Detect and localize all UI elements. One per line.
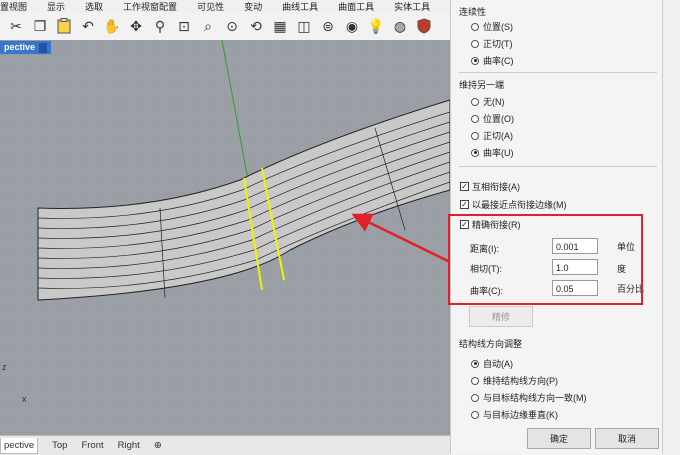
tangent-input[interactable]: 1.0 [552,259,598,275]
radio-label: 正切(A) [483,131,513,141]
zoom-selected-icon[interactable]: ⊙ [222,15,242,37]
layers-icon[interactable]: ⊜ [318,15,338,37]
maintain-other-end-title: 维持另一端 [459,80,505,90]
curvature-unit: 百分比 [617,284,645,294]
viewport-title-label: pective [4,42,36,52]
add-tab-icon[interactable]: ⊕ [154,440,162,451]
ok-button[interactable]: 确定 [527,428,591,449]
isocurve-preserve-radio[interactable]: 维持结构线方向(P) [471,374,558,387]
continuity-title: 连续性 [459,7,487,17]
checkbox-label: 互相衔接(A) [472,182,520,192]
radio-label: 曲率(C) [483,56,514,66]
axis-icon: x [22,394,27,404]
menu-item[interactable]: 曲线工具 [282,0,318,13]
maintain-curvature-radio[interactable]: 曲率(U) [471,146,514,159]
isocurve-perpendicular-radio[interactable]: 与目标边缘垂直(K) [471,408,558,421]
pan-hand-icon[interactable]: ✋ [102,15,122,37]
named-view-icon[interactable]: ▦ [270,15,290,37]
zoom-icon[interactable]: ⚲ [150,15,170,37]
radio-label: 与目标结构线方向一致(M) [483,393,587,403]
refine-button[interactable]: 精修 [469,306,533,327]
maintain-none-radio[interactable]: 无(N) [471,95,505,108]
mutual-match-checkbox[interactable]: ✓ 互相衔接(A) [460,180,520,193]
checkbox-label: 以最接近点衔接边缘(M) [472,200,567,210]
properties-icon[interactable]: ◉ [342,15,362,37]
rotate-move-icon[interactable]: ✥ [126,15,146,37]
side-panel-strip [662,0,680,454]
precise-match-checkbox[interactable]: ✓ 精确衔接(R) [460,218,521,231]
maintain-position-radio[interactable]: 位置(O) [471,112,514,125]
menubar: 置视图 显示 选取 工作视窗配置 可见性 变动 曲线工具 曲面工具 实体工具 细… [0,0,455,13]
divider [459,72,657,73]
bulb-icon[interactable]: 💡 [366,15,386,37]
radio-label: 无(N) [483,97,505,107]
menu-item[interactable]: 显示 [47,0,65,13]
tab-right[interactable]: Right [118,440,140,451]
radio-label: 位置(O) [483,114,514,124]
toolbar: ✂ ❐ ↶ ✋ ✥ ⚲ ⊡ ⌕ ⊙ ⟲ ▦ ◫ ⊜ ◉ 💡 ◍ [0,13,455,41]
menu-item[interactable]: 变动 [244,0,262,13]
continuity-curvature-radio[interactable]: 曲率(C) [471,54,514,67]
menu-item[interactable]: 选取 [85,0,103,13]
paste-icon[interactable] [54,15,74,37]
copy-icon[interactable]: ❐ [30,15,50,37]
viewport-canvas[interactable]: z x [0,40,450,435]
divider [459,166,657,167]
radio-label: 与目标边缘垂直(K) [483,410,558,420]
viewport-title[interactable]: pective [0,41,52,54]
menu-item[interactable]: 可见性 [197,0,224,13]
isocurve-title: 结构线方向调整 [459,339,523,349]
menu-item[interactable]: 曲面工具 [338,0,374,13]
perspective-viewport[interactable]: z x pective [0,40,450,435]
shield-icon[interactable] [414,15,434,37]
rotate-view-icon[interactable]: ⟲ [246,15,266,37]
radio-label: 维持结构线方向(P) [483,376,558,386]
distance-unit: 单位 [617,242,636,252]
radio-label: 自动(A) [483,359,513,369]
curvature-input[interactable]: 0.05 [552,280,598,296]
radio-label: 正切(T) [483,39,513,49]
match-closest-checkbox[interactable]: ✓ 以最接近点衔接边缘(M) [460,198,567,211]
tab-top[interactable]: Top [52,440,67,451]
tab-perspective[interactable]: pective [0,437,39,454]
continuity-tangency-radio[interactable]: 正切(T) [471,37,513,50]
radio-label: 位置(S) [483,22,513,32]
distance-input[interactable]: 0.001 [552,238,598,254]
camera-icon[interactable]: ◫ [294,15,314,37]
tangent-unit: 度 [617,264,627,274]
undo-icon[interactable]: ↶ [78,15,98,37]
zoom-window-icon[interactable]: ⊡ [174,15,194,37]
isocurve-auto-radio[interactable]: 自动(A) [471,357,513,370]
zoom-extents-icon[interactable]: ⌕ [198,15,218,37]
tangent-label: 相切(T): [470,264,502,274]
continuity-position-radio[interactable]: 位置(S) [471,20,513,33]
checkbox-label: 精确衔接(R) [472,220,521,230]
chevron-down-icon[interactable] [39,42,48,53]
tab-front[interactable]: Front [81,440,103,451]
menu-item[interactable]: 工作视窗配置 [123,0,177,13]
maintain-tangency-radio[interactable]: 正切(A) [471,129,513,142]
curvature-label: 曲率(C): [470,286,503,296]
render-icon[interactable]: ◍ [390,15,410,37]
radio-label: 曲率(U) [483,148,514,158]
isocurve-match-target-radio[interactable]: 与目标结构线方向一致(M) [471,391,587,404]
axis-icon: z [2,362,7,372]
menu-item[interactable]: 实体工具 [394,0,430,13]
cut-icon[interactable]: ✂ [6,15,26,37]
distance-label: 距离(I): [470,244,499,254]
menu-item[interactable]: 置视图 [0,0,27,13]
view-tabs: pective Top Front Right ⊕ [0,435,450,455]
cancel-button[interactable]: 取消 [595,428,659,449]
match-surface-dialog: 连续性 位置(S) 正切(T) 曲率(C) 维持另一端 无(N) 位置(O) 正… [450,0,663,454]
